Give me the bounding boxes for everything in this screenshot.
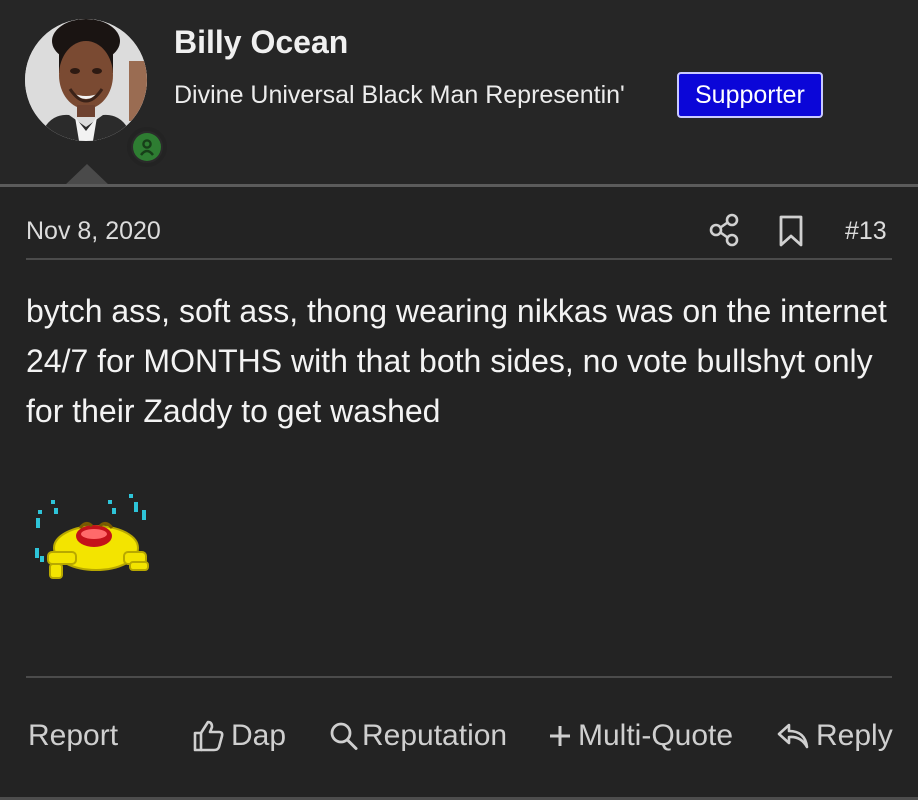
reply-label: Reply — [816, 719, 893, 752]
plus-icon — [550, 726, 570, 746]
share-icon[interactable] — [709, 213, 739, 247]
user-online-icon — [133, 133, 161, 161]
header-divider — [0, 184, 918, 187]
meta-divider — [26, 258, 892, 260]
post-body: bytch ass, soft ass, thong wearing nikka… — [26, 293, 887, 429]
avatar-illustration — [25, 19, 147, 141]
search-icon — [330, 722, 358, 750]
reply-button[interactable]: Reply — [776, 716, 893, 756]
report-label: Report — [28, 719, 119, 752]
report-button[interactable]: Report — [28, 716, 118, 756]
dap-button[interactable]: Dap — [191, 716, 286, 756]
post-number[interactable]: #13 — [845, 214, 887, 248]
post-pointer — [64, 164, 110, 186]
multi-quote-label: Multi-Quote — [578, 719, 734, 752]
reputation-label: Reputation — [362, 719, 508, 752]
bookmark-icon[interactable] — [778, 215, 804, 247]
dap-label: Dap — [231, 719, 287, 752]
multi-quote-button[interactable]: Multi-Quote — [548, 716, 733, 756]
avatar[interactable] — [25, 19, 167, 167]
thumbs-up-icon — [193, 720, 224, 752]
avatar-image[interactable] — [25, 19, 147, 141]
crying-laughing-smiley — [35, 494, 149, 579]
supporter-badge: Supporter — [677, 72, 823, 118]
post-date[interactable]: Nov 8, 2020 — [26, 214, 161, 248]
user-title: Divine Universal Black Man Representin' — [174, 81, 625, 109]
username[interactable]: Billy Ocean — [174, 22, 348, 62]
online-status — [127, 127, 167, 167]
reputation-button[interactable]: Reputation — [329, 716, 507, 756]
reply-arrow-icon — [777, 723, 809, 749]
footer-divider — [26, 676, 892, 678]
